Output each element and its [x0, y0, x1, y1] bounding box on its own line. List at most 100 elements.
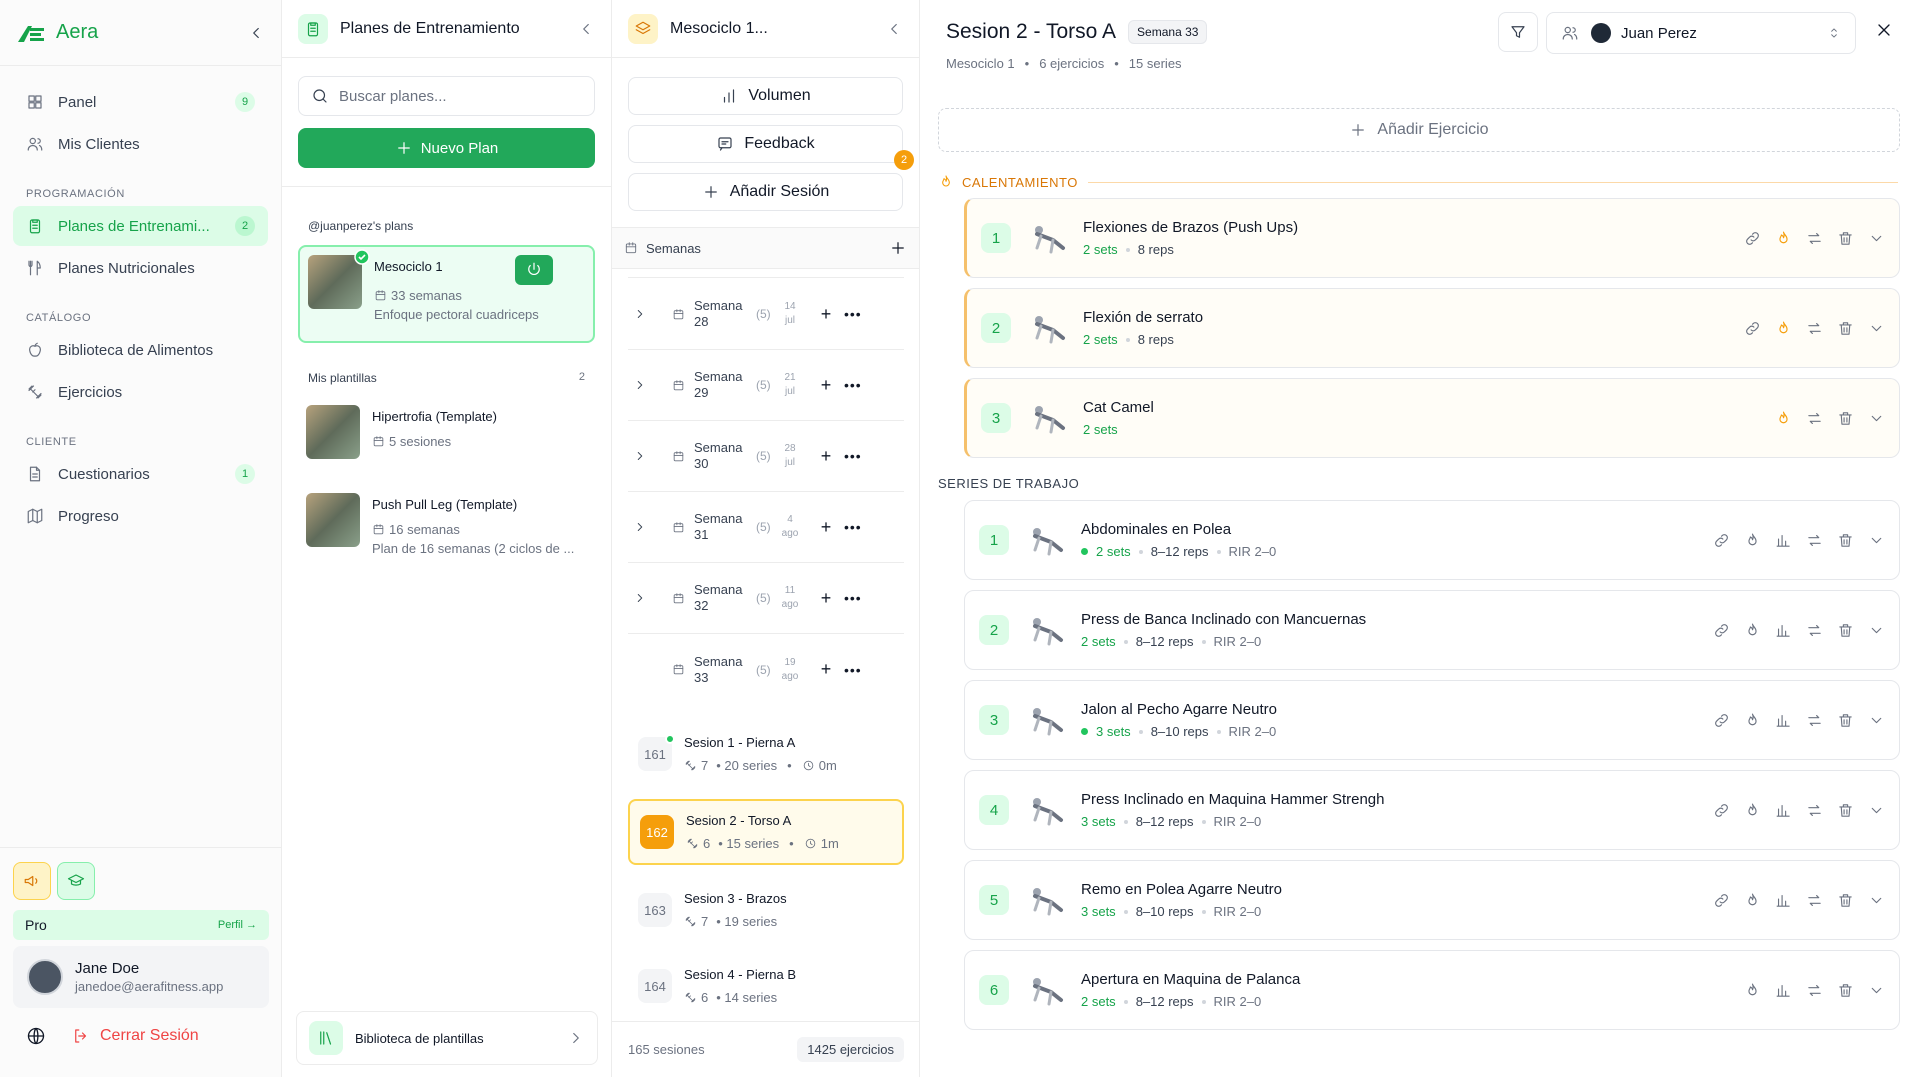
exercise-card[interactable]: 5 Remo en Polea Agarre Neutro 3 sets 8–10 r… — [964, 860, 1900, 940]
chevron-down-icon[interactable] — [1868, 320, 1885, 337]
volume-button[interactable]: Volumen — [628, 77, 903, 115]
globe-icon[interactable] — [26, 1026, 46, 1046]
swap-icon[interactable] — [1806, 802, 1823, 819]
add-session-to-week-button[interactable]: + — [814, 517, 838, 538]
add-session-to-week-button[interactable]: + — [814, 588, 838, 609]
bar-chart-icon[interactable] — [1775, 532, 1792, 549]
chevron-right-icon[interactable] — [633, 307, 647, 321]
flame-icon[interactable] — [1775, 410, 1792, 427]
chevron-down-icon[interactable] — [1868, 622, 1885, 639]
flame-icon[interactable] — [1744, 532, 1761, 549]
sidebar-item-progreso[interactable]: Progreso — [13, 496, 268, 536]
swap-icon[interactable] — [1806, 320, 1823, 337]
active-plan-card[interactable]: Mesociclo 1 33 semanas Enfoque pectoral … — [298, 245, 595, 343]
session-item[interactable]: 163 Sesion 3 - Brazos 7 • 19 series — [628, 882, 904, 938]
chevron-down-icon[interactable] — [1868, 982, 1885, 999]
flame-icon[interactable] — [1775, 230, 1792, 247]
add-exercise-button[interactable]: Añadir Ejercicio — [938, 108, 1900, 152]
swap-icon[interactable] — [1806, 230, 1823, 247]
add-week-icon[interactable] — [889, 239, 907, 257]
flame-icon[interactable] — [1744, 802, 1761, 819]
template-card[interactable]: Hipertrofia (Template) 5 sesiones — [298, 397, 595, 475]
bar-chart-icon[interactable] — [1775, 802, 1792, 819]
sidebar-item-planes-nutricionales[interactable]: Planes Nutricionales — [13, 248, 268, 288]
week-row[interactable]: Semana 32 (5) 11 ago + ••• — [628, 563, 904, 634]
trash-icon[interactable] — [1837, 230, 1854, 247]
week-more-button[interactable]: ••• — [844, 662, 862, 678]
exercise-card[interactable]: 3 Cat Camel 2 sets — [964, 378, 1900, 458]
chevron-down-icon[interactable] — [1868, 532, 1885, 549]
add-session-to-week-button[interactable]: + — [814, 659, 838, 680]
bar-chart-icon[interactable] — [1775, 892, 1792, 909]
week-row[interactable]: Semana 28 (5) 14 jul + ••• — [628, 279, 904, 350]
flame-icon[interactable] — [1775, 320, 1792, 337]
week-more-button[interactable]: ••• — [844, 306, 862, 322]
add-session-to-week-button[interactable]: + — [814, 304, 838, 325]
trash-icon[interactable] — [1837, 982, 1854, 999]
add-session-to-week-button[interactable]: + — [814, 446, 838, 467]
exercise-card[interactable]: 2 Flexión de serrato 2 sets 8 reps — [964, 288, 1900, 368]
chevron-right-icon[interactable] — [633, 591, 647, 605]
week-row[interactable]: Semana 33 (5) 19 ago + ••• — [628, 634, 904, 705]
user-card[interactable]: Jane Doe janedoe@aerafitness.app — [13, 946, 269, 1008]
bar-chart-icon[interactable] — [1775, 982, 1792, 999]
link-icon[interactable] — [1744, 230, 1761, 247]
swap-icon[interactable] — [1806, 532, 1823, 549]
exercise-card[interactable]: 1 Abdominales en Polea 2 sets 8–12 reps RIR … — [964, 500, 1900, 580]
filter-button[interactable] — [1498, 12, 1538, 52]
announcement-button[interactable] — [13, 862, 51, 900]
sidebar-item-cuestionarios[interactable]: Cuestionarios 1 — [13, 454, 268, 494]
swap-icon[interactable] — [1806, 712, 1823, 729]
exercise-card[interactable]: 1 Flexiones de Brazos (Push Ups) 2 sets 8 r… — [964, 198, 1900, 278]
chevron-right-icon[interactable] — [633, 449, 647, 463]
sidebar-item-panel[interactable]: Panel 9 — [13, 82, 268, 122]
swap-icon[interactable] — [1806, 410, 1823, 427]
chevron-down-icon[interactable] — [1868, 410, 1885, 427]
bar-chart-icon[interactable] — [1775, 622, 1792, 639]
sidebar-item-mis-clientes[interactable]: Mis Clientes — [13, 124, 268, 164]
logout-button[interactable]: Cerrar Sesión — [100, 1027, 199, 1045]
flame-icon[interactable] — [1744, 892, 1761, 909]
flame-icon[interactable] — [1744, 712, 1761, 729]
academy-button[interactable] — [57, 862, 95, 900]
link-icon[interactable] — [1713, 532, 1730, 549]
template-card[interactable]: Push Pull Leg (Template) 16 semanas Plan d… — [298, 485, 595, 563]
sidebar-item-biblioteca-de-alimentos[interactable]: Biblioteca de Alimentos — [13, 330, 268, 370]
trash-icon[interactable] — [1837, 892, 1854, 909]
link-icon[interactable] — [1713, 622, 1730, 639]
session-item[interactable]: 161 Sesion 1 - Pierna A 7 • 20 series • 0m — [628, 726, 904, 782]
link-icon[interactable] — [1744, 320, 1761, 337]
chevron-right-icon[interactable] — [633, 520, 647, 534]
add-session-to-week-button[interactable]: + — [814, 375, 838, 396]
week-more-button[interactable]: ••• — [844, 590, 862, 606]
swap-icon[interactable] — [1806, 622, 1823, 639]
week-row[interactable]: Semana 31 (5) 4 ago + ••• — [628, 492, 904, 563]
swap-icon[interactable] — [1806, 892, 1823, 909]
week-more-button[interactable]: ••• — [844, 448, 862, 464]
plans-search-input[interactable] — [339, 87, 582, 105]
week-more-button[interactable]: ••• — [844, 377, 862, 393]
trash-icon[interactable] — [1837, 802, 1854, 819]
exercise-card[interactable]: 3 Jalon al Pecho Agarre Neutro 3 sets 8–10 … — [964, 680, 1900, 760]
client-selector[interactable]: Juan Perez — [1546, 12, 1856, 54]
link-icon[interactable] — [1713, 802, 1730, 819]
week-row[interactable]: Semana 30 (5) 28 jul + ••• — [628, 421, 904, 492]
trash-icon[interactable] — [1837, 622, 1854, 639]
bar-chart-icon[interactable] — [1775, 712, 1792, 729]
week-more-button[interactable]: ••• — [844, 519, 862, 535]
flame-icon[interactable] — [1744, 982, 1761, 999]
trash-icon[interactable] — [1837, 320, 1854, 337]
link-icon[interactable] — [1713, 712, 1730, 729]
close-icon[interactable] — [1874, 20, 1894, 40]
trash-icon[interactable] — [1837, 712, 1854, 729]
flame-icon[interactable] — [1744, 622, 1761, 639]
chevron-right-icon[interactable] — [633, 378, 647, 392]
week-row[interactable]: Semana 29 (5) 21 jul + ••• — [628, 350, 904, 421]
chevron-down-icon[interactable] — [1868, 892, 1885, 909]
collapse-sidebar-icon[interactable] — [247, 24, 265, 42]
add-session-button[interactable]: Añadir Sesión — [628, 173, 903, 211]
chevron-down-icon[interactable] — [1868, 712, 1885, 729]
new-plan-button[interactable]: Nuevo Plan — [298, 128, 595, 168]
session-item[interactable]: 164 Sesion 4 - Pierna B 6 • 14 series — [628, 958, 904, 1014]
trash-icon[interactable] — [1837, 410, 1854, 427]
